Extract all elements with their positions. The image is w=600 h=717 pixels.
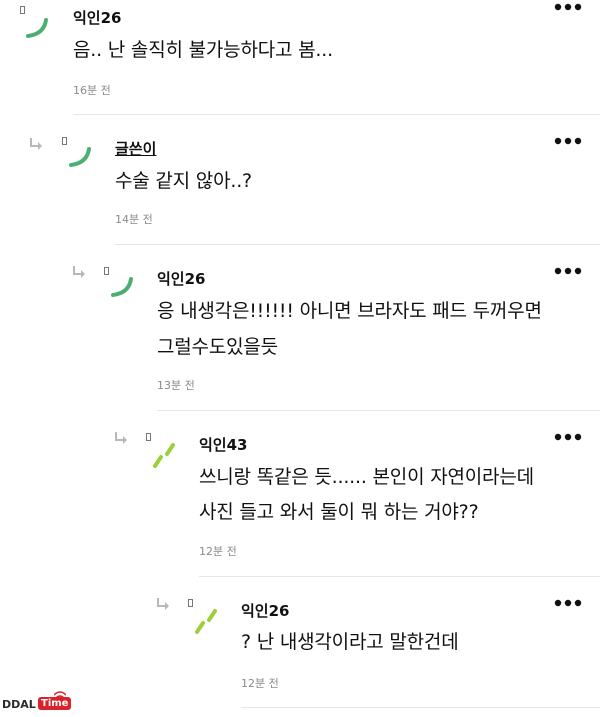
comment-time: 13분 전 [157, 379, 195, 392]
reply-arrow-icon [29, 138, 43, 150]
comment-text-line: 음.. 난 솔직히 불가능하다고 봄... [73, 39, 333, 61]
level-marker-icon [20, 6, 25, 14]
green-curve-icon [22, 14, 52, 44]
comment-time: 12분 전 [241, 677, 279, 690]
comment-divider [157, 410, 600, 411]
comment-divider [73, 114, 600, 115]
green-curve-icon [65, 143, 95, 173]
logo-text-left: DDAL [2, 698, 36, 711]
more-options-button[interactable] [553, 596, 583, 610]
more-options-button[interactable] [553, 264, 583, 278]
more-options-button[interactable] [553, 134, 583, 148]
comment-nickname[interactable]: 익인26 [73, 7, 121, 28]
comment-divider [115, 244, 600, 245]
comment-text-line: 쓰니랑 똑같은 듯...... 본인이 자연이라는데 [199, 466, 534, 488]
reply-arrow-icon [72, 266, 86, 278]
comment-text-line: 응 내생각은!!!!!! 아니면 브라자도 패드 두꺼우면 [157, 300, 542, 322]
lime-slash-icon [191, 606, 221, 636]
green-curve-icon [107, 273, 137, 303]
comment-time: 16분 전 [73, 84, 111, 97]
comment-text-line: ? 난 내생각이라고 말한건데 [241, 631, 459, 653]
more-options-button[interactable] [553, 0, 583, 14]
comment-nickname[interactable]: 글쓴이 [115, 138, 156, 159]
reply-arrow-icon [156, 598, 170, 610]
signal-icon [54, 691, 66, 699]
comment-nickname[interactable]: 익인26 [241, 600, 289, 621]
comment-nickname[interactable]: 익인26 [157, 268, 205, 289]
comment-text-line: 사진 들고 와서 둘이 뭐 하는 거야?? [199, 501, 479, 523]
comment-text-line: 그럴수도있을듯 [157, 336, 278, 358]
reply-arrow-icon [114, 432, 128, 444]
comment-divider [241, 707, 600, 708]
comment-time: 14분 전 [115, 213, 153, 226]
comment-divider [199, 576, 600, 577]
comment-text-line: 수술 같지 않아..? [115, 170, 252, 192]
comment-time: 12분 전 [199, 545, 237, 558]
lime-slash-icon [149, 440, 179, 470]
comment-nickname[interactable]: 익인43 [199, 434, 247, 455]
more-options-button[interactable] [553, 430, 583, 444]
